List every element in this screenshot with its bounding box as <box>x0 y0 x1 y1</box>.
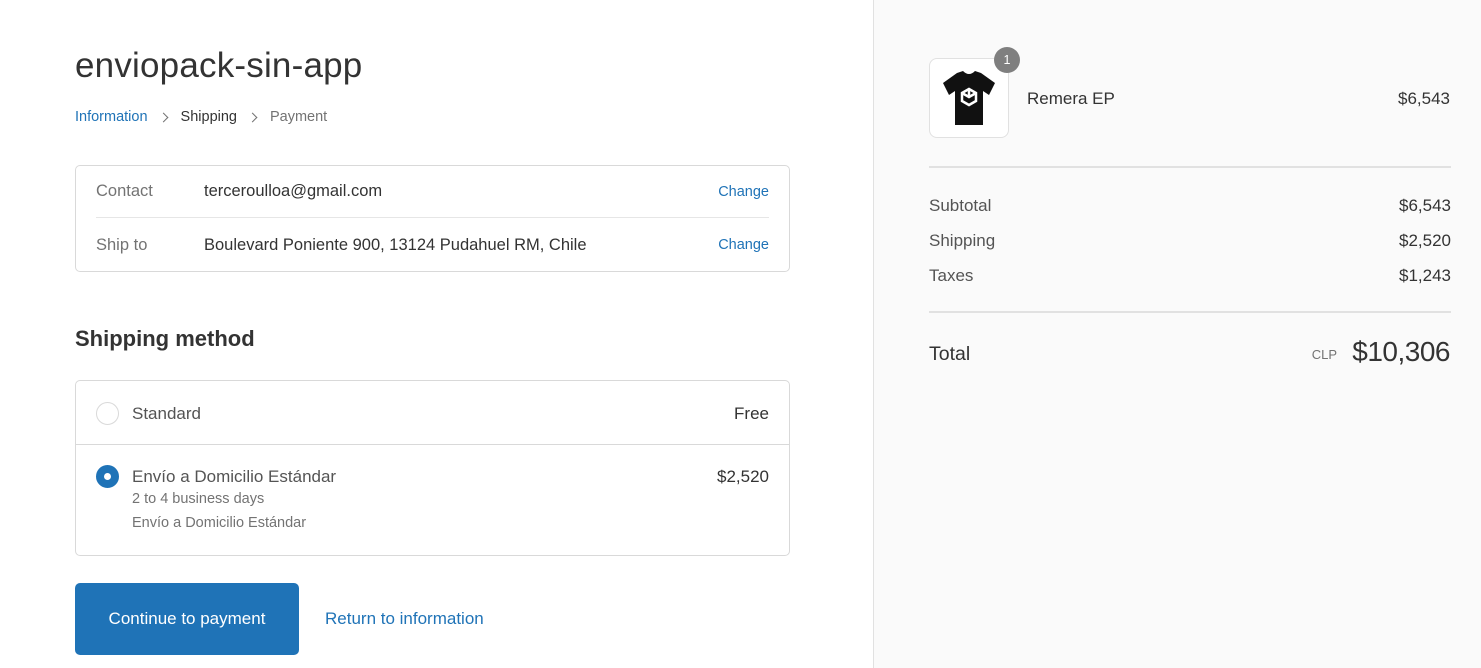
radio-standard[interactable] <box>96 402 119 425</box>
total-amount: $10,306 <box>1352 336 1450 367</box>
continue-to-payment-button[interactable]: Continue to payment <box>75 583 299 655</box>
return-to-information-link[interactable]: Return to information <box>325 609 484 629</box>
breadcrumb: Information Shipping Payment <box>75 109 327 125</box>
product-price: $6,543 <box>1398 89 1450 108</box>
store-title: enviopack-sin-app <box>75 46 363 85</box>
shipping-methods-list: Standard Free Envío a Domicilio Estándar… <box>75 380 790 556</box>
review-ship-row: Ship to Boulevard Poniente 900, 13124 Pu… <box>96 219 769 271</box>
shipping-value: $2,520 <box>1399 231 1451 250</box>
shipping-option-description: Envío a Domicilio Estándar <box>132 515 307 531</box>
total-currency: CLP <box>1311 347 1337 362</box>
shipping-option-eta: 2 to 4 business days <box>132 491 265 507</box>
shipping-option-price: Free <box>734 404 769 423</box>
order-summary: 1 Remera EP $6,543 Subtotal $6,543 Shipp… <box>873 0 1481 668</box>
change-contact-link[interactable]: Change <box>718 184 769 200</box>
shipping-option-price: $2,520 <box>717 467 769 486</box>
review-contact-row: Contact terceroulloa@gmail.com Change <box>96 166 769 218</box>
radio-domicilio-selected[interactable] <box>96 465 119 488</box>
shipping-method-title: Shipping method <box>75 326 255 351</box>
ship-to-value: Boulevard Poniente 900, 13124 Pudahuel R… <box>204 235 587 254</box>
ship-to-label: Ship to <box>96 235 148 254</box>
quantity-badge: 1 <box>994 47 1020 73</box>
taxes-value: $1,243 <box>1399 266 1451 285</box>
taxes-label: Taxes <box>929 266 974 285</box>
shipping-option-name: Standard <box>132 404 201 423</box>
chevron-right-icon <box>158 112 168 122</box>
chevron-right-icon <box>247 112 258 122</box>
shipping-option-name: Envío a Domicilio Estándar <box>132 467 337 486</box>
checkout-main: enviopack-sin-app Information Shipping P… <box>0 0 873 668</box>
contact-label: Contact <box>96 182 153 200</box>
contact-value: terceroulloa@gmail.com <box>204 182 383 200</box>
breadcrumb-information[interactable]: Information <box>75 109 148 125</box>
shipping-row: Shipping $2,520 <box>929 231 1451 251</box>
change-address-link[interactable]: Change <box>718 237 769 253</box>
product-name: Remera EP <box>1027 89 1115 108</box>
subtotal-row: Subtotal $6,543 <box>929 196 1451 216</box>
breadcrumb-payment: Payment <box>269 109 328 125</box>
review-block: Contact terceroulloa@gmail.com Change Sh… <box>75 165 790 272</box>
subtotal-value: $6,543 <box>1399 196 1451 215</box>
shipping-option-standard[interactable]: Standard Free <box>76 381 789 445</box>
shipping-label: Shipping <box>929 231 996 250</box>
tshirt-icon <box>943 71 995 125</box>
summary-divider <box>929 311 1451 313</box>
breadcrumb-shipping: Shipping <box>180 109 237 125</box>
total-label: Total <box>929 343 971 365</box>
taxes-row: Taxes $1,243 <box>929 266 1451 286</box>
subtotal-label: Subtotal <box>929 196 992 215</box>
product-thumbnail <box>929 58 1009 138</box>
summary-divider <box>929 166 1451 168</box>
shipping-option-domicilio[interactable]: Envío a Domicilio Estándar $2,520 2 to 4… <box>76 446 789 556</box>
